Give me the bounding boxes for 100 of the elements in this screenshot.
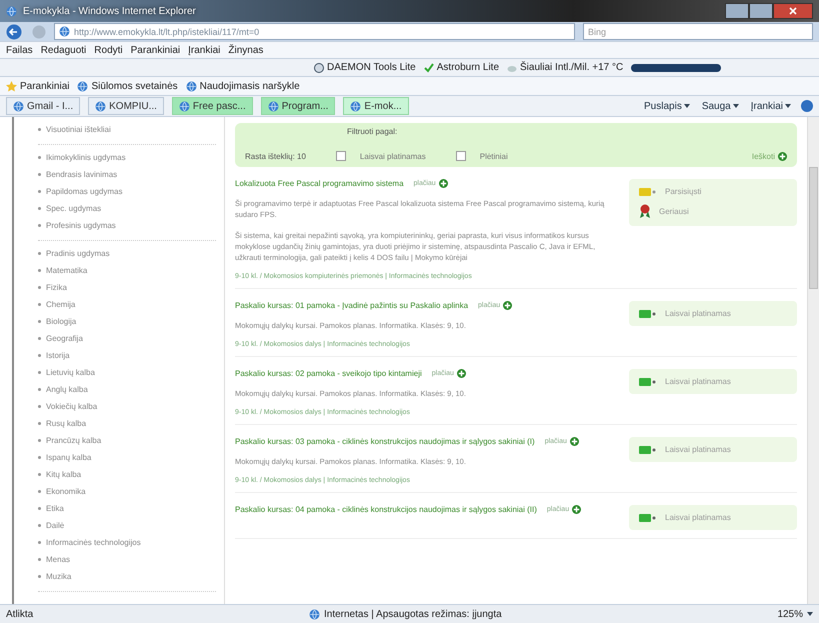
resource-title[interactable]: Paskalio kursas: 01 pamoka - Įvadinė pažintis su Paskalio aplinka (235, 301, 468, 310)
disc-icon (314, 62, 324, 72)
search-field[interactable]: Bing (583, 23, 813, 40)
sidebar-link[interactable]: Bendrasis lavinimas (46, 166, 118, 183)
action-link[interactable]: Laisvai platinamas (639, 377, 787, 386)
page-icon (77, 80, 88, 92)
zoom-level[interactable]: 125% (777, 608, 814, 620)
globe-icon (6, 6, 17, 16)
bullet-icon (38, 388, 41, 391)
browser-tab[interactable]: Program... (260, 97, 336, 115)
ribbon-icon (639, 204, 651, 218)
caret-icon (684, 104, 690, 108)
caret-icon (785, 104, 791, 108)
filter-heading: Filtruoti pagal: (347, 127, 398, 136)
favorites-item[interactable]: Siūlomos svetainės (77, 80, 178, 92)
menu-item[interactable]: Įrankiai (188, 44, 220, 56)
sidebar-link[interactable]: Profesinis ugdymas (46, 217, 116, 234)
sidebar-link[interactable]: Etika (46, 500, 64, 517)
bullet-icon (38, 558, 41, 561)
caret-icon (732, 104, 739, 108)
sidebar-link[interactable]: Pradinis ugdymas (46, 245, 110, 262)
page-icon (95, 100, 106, 112)
sidebar-link[interactable]: Menas (46, 551, 70, 568)
maximize-button[interactable] (749, 3, 773, 19)
resource-title[interactable]: Paskalio kursas: 04 pamoka - ciklinės konstrukcijos naudojimas ir sąlygos sakiniai (II) (235, 505, 537, 514)
back-icon[interactable] (6, 24, 24, 40)
resource-title[interactable]: Lokalizuota Free Pascal programavimo sistema (235, 179, 404, 188)
page-icon (186, 80, 197, 92)
menu-item[interactable]: Redaguoti (40, 44, 86, 56)
favorites-item[interactable]: Parankiniai (6, 80, 70, 92)
toolbar-item[interactable]: Šiauliai Intl./Mil. +17 °C (507, 62, 624, 73)
search-link[interactable]: Ieškoti (752, 152, 787, 161)
label-icon (639, 188, 657, 196)
bullet-icon (38, 456, 41, 459)
filter-checkbox[interactable]: Laisvai platinamas (336, 151, 426, 161)
sidebar-link[interactable]: Ikimokyklinis ugdymas (46, 149, 126, 166)
bullet-icon (38, 190, 41, 193)
bullet-icon (38, 224, 41, 227)
action-link[interactable]: Geriausi (639, 204, 787, 218)
sidebar-link[interactable]: Kitų kalba (46, 466, 82, 483)
menu-item[interactable]: Rodyti (94, 44, 123, 56)
sidebar-link[interactable]: Visuotiniai ištekliai (46, 121, 111, 138)
sidebar-link[interactable]: Muzika (46, 568, 72, 585)
close-button[interactable] (773, 3, 813, 19)
bullet-icon (38, 269, 41, 272)
resource-title[interactable]: Paskalio kursas: 03 pamoka - ciklinės konstrukcijos naudojimas ir sąlygos sakiniai (I) (235, 437, 535, 446)
menu-item[interactable]: Failas (6, 44, 33, 56)
bullet-icon (38, 524, 41, 527)
sidebar-link[interactable]: Dailė (46, 517, 64, 534)
toolbar-item[interactable]: Astroburn Lite (424, 62, 500, 73)
label-icon (639, 310, 657, 318)
bullet-icon (38, 439, 41, 442)
bullet-icon (38, 303, 41, 306)
sidebar-link[interactable]: Spec. ugdymas (46, 200, 102, 217)
sidebar-link[interactable]: Geografija (46, 330, 83, 347)
filter-checkbox[interactable]: Plėtiniai (456, 151, 508, 161)
resource-title[interactable]: Paskalio kursas: 02 pamoka - sveikojo tipo kintamieji (235, 369, 422, 378)
bullet-icon (38, 422, 41, 425)
plus-circle-icon (456, 369, 466, 378)
minimize-button[interactable] (725, 3, 749, 19)
command-menu[interactable]: Įrankiai (748, 100, 793, 112)
toolbar-item[interactable]: DAEMON Tools Lite (314, 62, 416, 73)
bullet-icon (38, 371, 41, 374)
bullet-icon (38, 541, 41, 544)
sidebar-link[interactable]: Ekonomika (46, 483, 86, 500)
address-field[interactable]: http://www.emokykla.lt/lt.php/istekliai/117/mt=0 (54, 23, 575, 40)
action-link[interactable]: Laisvai platinamas (639, 445, 787, 454)
bullet-icon (38, 286, 41, 289)
bullet-icon (38, 473, 41, 476)
command-menu[interactable]: Puslapis (642, 100, 692, 112)
bullet-icon (38, 252, 41, 255)
command-menu[interactable]: Sauga (700, 100, 741, 112)
label-icon (639, 446, 657, 454)
sidebar-link[interactable]: Matematika (46, 262, 88, 279)
sidebar-link[interactable]: Biologija (46, 313, 76, 330)
menu-item[interactable]: Žinynas (228, 44, 264, 56)
browser-tab[interactable]: Gmail - I... (6, 97, 80, 115)
sidebar-link[interactable]: Ispanų kalba (46, 449, 92, 466)
browser-tab[interactable]: Free pasc... (172, 97, 253, 115)
sidebar-link[interactable]: Rusų kalba (46, 415, 86, 432)
favorites-item[interactable]: Naudojimasis naršykle (186, 80, 300, 92)
bullet-icon (38, 207, 41, 210)
browser-tab[interactable]: E-mok... (343, 97, 409, 115)
sidebar-link[interactable]: Papildomas ugdymas (46, 183, 122, 200)
sidebar-link[interactable]: Anglų kalba (46, 381, 88, 398)
sidebar-link[interactable]: Vokiečių kalba (46, 398, 98, 415)
action-link[interactable]: Laisvai platinamas (639, 513, 787, 522)
menu-item[interactable]: Parankiniai (130, 44, 180, 56)
sidebar-link[interactable]: Istorija (46, 347, 70, 364)
sidebar-link[interactable]: Fizika (46, 279, 67, 296)
action-link[interactable]: Laisvai platinamas (639, 309, 787, 318)
sidebar-link[interactable]: Prancūzų kalba (46, 432, 102, 449)
globe-icon (308, 608, 320, 620)
sidebar-link[interactable]: Informacinės technologijos (46, 534, 141, 551)
sidebar-link[interactable]: Chemija (46, 296, 76, 313)
page-icon (350, 100, 362, 112)
action-link[interactable]: Parsisiųsti (639, 187, 787, 196)
bullet-icon (38, 128, 41, 131)
browser-tab[interactable]: KOMPIU... (88, 97, 164, 115)
sidebar-link[interactable]: Lietuvių kalba (46, 364, 95, 381)
